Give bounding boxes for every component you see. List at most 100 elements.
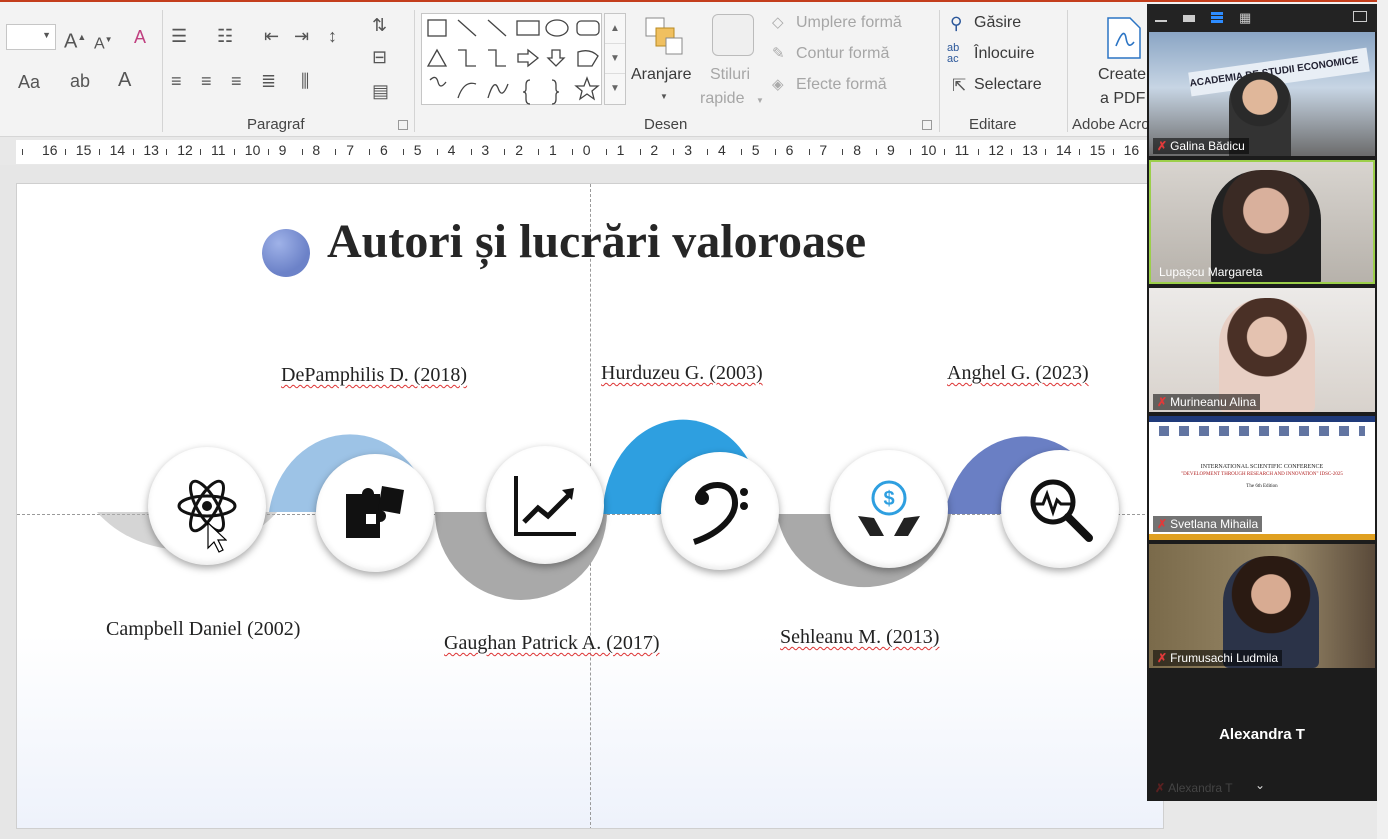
ruler-tick bbox=[774, 149, 776, 155]
pen-icon: ✎ bbox=[772, 45, 785, 62]
change-case-label: Aa bbox=[18, 72, 41, 92]
circle-money-hands[interactable]: $ bbox=[830, 450, 948, 568]
participant-tile[interactable]: INTERNATIONAL SCIENTIFIC CONFERENCE "DEV… bbox=[1149, 416, 1375, 540]
participant-tile[interactable]: ✗ Murineanu Alina bbox=[1149, 288, 1375, 412]
slide-canvas[interactable]: Autori și lucrări valoroase $ DePamphili… bbox=[16, 183, 1164, 829]
self-view-label: ✗ Alexandra T bbox=[1155, 781, 1233, 795]
smartart-icon[interactable]: ▤ bbox=[372, 82, 389, 100]
paragraph-launcher-icon[interactable] bbox=[398, 120, 408, 130]
participant-name: ✗ Galina Bădicu bbox=[1153, 138, 1249, 154]
justify-icon[interactable]: ≣ bbox=[261, 72, 276, 90]
quick-styles-label-2: rapide bbox=[700, 90, 745, 107]
text-direction-icon[interactable]: ⇅ bbox=[372, 16, 387, 34]
change-case-button[interactable]: Aa bbox=[18, 72, 40, 93]
elbow-connector-icon bbox=[458, 49, 476, 67]
ruler-tick bbox=[538, 149, 540, 155]
font-color-icon[interactable]: A bbox=[118, 70, 131, 90]
author-label-bottom-1[interactable]: Campbell Daniel (2002) bbox=[106, 618, 300, 641]
shape-fill-label: Umplere formă bbox=[796, 14, 902, 31]
author-label-top-1[interactable]: DePamphilis D. (2018) bbox=[281, 364, 467, 387]
shape-outline-button[interactable]: ✎ Contur formă bbox=[772, 45, 889, 67]
author-label-top-3[interactable]: Anghel G. (2023) bbox=[947, 362, 1089, 385]
conference-title: INTERNATIONAL SCIENTIFIC CONFERENCE bbox=[1200, 464, 1324, 470]
gallery-view-icon[interactable]: ▦ bbox=[1239, 11, 1253, 25]
thumbnail-view-icon[interactable] bbox=[1183, 11, 1197, 25]
exit-panel-icon[interactable] bbox=[1353, 11, 1367, 25]
ruler-tick bbox=[639, 149, 641, 155]
drawing-launcher-icon[interactable] bbox=[922, 120, 932, 130]
align-text-icon[interactable]: ⊟ bbox=[372, 48, 387, 66]
font-size-box[interactable]: ▼ bbox=[6, 24, 56, 50]
bass-clef-icon bbox=[692, 482, 748, 545]
triangle-shape-icon bbox=[426, 48, 448, 67]
ruler-tick bbox=[808, 149, 810, 155]
ruler-label: 7 bbox=[346, 142, 354, 158]
circle-chart[interactable] bbox=[486, 446, 604, 564]
line-spacing-icon[interactable]: ↕ bbox=[328, 27, 337, 45]
participant-name: Lupașcu Margareta bbox=[1155, 264, 1266, 280]
mic-muted-icon: ✗ bbox=[1157, 651, 1168, 665]
author-label-bottom-3[interactable]: Sehleanu M. (2013) bbox=[780, 626, 939, 649]
ruler-tick bbox=[909, 149, 911, 155]
columns-icon[interactable]: ⫼ bbox=[301, 72, 309, 90]
ruler-label: 10 bbox=[920, 142, 937, 158]
shape-fill-button[interactable]: ◇ Umplere formă bbox=[772, 14, 902, 36]
participant-tile-active[interactable]: Lupașcu Margareta bbox=[1149, 160, 1375, 284]
scribble-shape-icon bbox=[429, 76, 447, 87]
left-brace-shape-icon bbox=[522, 79, 531, 105]
ruler-tick bbox=[1112, 149, 1114, 155]
ruler-label: 14 bbox=[1056, 142, 1072, 158]
quick-styles-button[interactable]: Stiluri rapide ▼ bbox=[700, 12, 770, 108]
ruler-label: 1 bbox=[549, 142, 557, 158]
increase-indent-icon[interactable]: ⇥ bbox=[294, 27, 309, 45]
shrink-font-icon[interactable]: A▼ bbox=[94, 31, 113, 53]
minimize-icon[interactable] bbox=[1155, 11, 1169, 25]
participant-tile[interactable]: ✗ Frumusachi Ludmila bbox=[1149, 544, 1375, 668]
conference-logos bbox=[1159, 426, 1365, 436]
participant-tile[interactable]: ACADEMIA DE STUDII ECONOMICE ✗ Galina Băd… bbox=[1149, 32, 1375, 156]
author-name: Gaughan Patrick A. (2017) bbox=[444, 632, 660, 654]
shapes-gallery[interactable] bbox=[421, 13, 602, 105]
bullets-icon[interactable]: ☰ bbox=[171, 27, 187, 45]
ruler-label: 8 bbox=[853, 142, 861, 158]
author-label-bottom-2[interactable]: Gaughan Patrick A. (2017) bbox=[444, 632, 660, 655]
author-label-top-2[interactable]: Hurduzeu G. (2003) bbox=[601, 362, 763, 385]
ruler-label: 9 bbox=[887, 142, 895, 158]
scroll-down-icon[interactable]: ▼ bbox=[605, 44, 625, 74]
decrease-indent-icon[interactable]: ⇤ bbox=[264, 27, 279, 45]
author-name: Campbell Daniel (2002) bbox=[106, 618, 301, 640]
ruler-tick bbox=[673, 149, 675, 155]
self-view-label-text: Alexandra T bbox=[1168, 781, 1233, 795]
highlight-icon[interactable]: ab bbox=[70, 72, 90, 90]
arrange-button[interactable]: Aranjare ▼ bbox=[630, 12, 698, 106]
more-shapes-icon[interactable]: ▼ bbox=[605, 74, 625, 104]
scroll-up-icon[interactable]: ▲ bbox=[605, 14, 625, 44]
right-arrow-shape-icon bbox=[517, 48, 540, 68]
grow-font-icon[interactable]: A▲ bbox=[64, 28, 86, 52]
circle-puzzle[interactable] bbox=[316, 454, 434, 572]
circle-search-pulse[interactable] bbox=[1001, 450, 1119, 568]
arc-shape-icon bbox=[457, 82, 477, 99]
speaker-view-icon[interactable] bbox=[1211, 11, 1225, 25]
ruler-label: 15 bbox=[1089, 142, 1106, 158]
chevron-down-icon[interactable]: ⌄ bbox=[1255, 778, 1265, 792]
ruler-label: 8 bbox=[312, 142, 321, 158]
align-center-icon[interactable]: ≡ bbox=[201, 72, 212, 90]
clear-formatting-icon[interactable]: A bbox=[134, 28, 146, 46]
align-right-icon[interactable]: ≡ bbox=[231, 72, 242, 90]
create-pdf-button[interactable]: Create a PDF bbox=[1092, 12, 1152, 108]
horizontal-ruler: 16 15 14 13 12 11 10 9 8 7 6 5 4 3 2 1 0 1 2 3 4 5 6 7 8 9 10 11 12 1… bbox=[16, 140, 1150, 164]
ruler-label: 13 bbox=[143, 142, 159, 158]
elbow-arrow-connector-icon bbox=[488, 49, 506, 67]
shape-effects-button[interactable]: ◈ Efecte formă bbox=[772, 76, 887, 98]
ruler-tick bbox=[200, 149, 202, 155]
ruler-label: 3 bbox=[684, 142, 692, 158]
circle-bass-clef[interactable] bbox=[661, 452, 779, 570]
ruler-tick bbox=[1011, 149, 1013, 155]
numbering-icon[interactable]: ☷ bbox=[217, 27, 233, 45]
align-left-icon[interactable]: ≡ bbox=[171, 72, 182, 90]
ruler-label: 11 bbox=[211, 142, 226, 158]
window-edge-scrollbar[interactable] bbox=[1377, 0, 1388, 839]
shape-effects-label: Efecte formă bbox=[796, 76, 887, 93]
shapes-gallery-scroll[interactable]: ▲ ▼ ▼ bbox=[604, 13, 626, 105]
